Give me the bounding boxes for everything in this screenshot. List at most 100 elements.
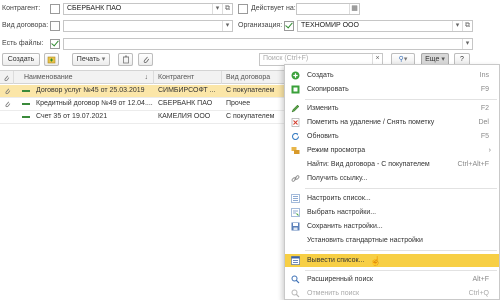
- checkmark-icon: [51, 38, 59, 47]
- calendar-icon[interactable]: ▦: [349, 4, 359, 14]
- dropdown-arrow-icon: ▾: [403, 56, 408, 63]
- contract-type-label: Вид договора:: [2, 22, 49, 29]
- print-label: Печать: [76, 56, 100, 63]
- row-type: Прочее: [226, 100, 251, 107]
- table-row[interactable]: Кредитный договор №49 от 12.04.... СБЕРБ…: [0, 98, 285, 111]
- dropdown-arrow-icon[interactable]: ▾: [452, 21, 462, 31]
- organization-value: ТЕХНОМИР ООО: [301, 22, 359, 29]
- row-name: Договор услуг №45 от 25.03.2019: [36, 87, 145, 94]
- menu-item-select-settings[interactable]: Выбрать настройки...: [285, 206, 499, 219]
- menu-item-shortcut: F9: [480, 86, 489, 93]
- menu-item-shortcut: Alt+F: [472, 276, 489, 283]
- menu-item-export-list[interactable]: Вывести список... ☝: [285, 254, 499, 267]
- menu-item-get-link[interactable]: Получить ссылку...: [285, 172, 499, 185]
- menu-separator: [305, 270, 497, 271]
- table-row[interactable]: Счет 35 от 19.07.2021 КАМЕЛИЯ ООО С поку…: [0, 111, 285, 124]
- menu-item-label: Режим просмотра: [307, 147, 366, 154]
- menu-item-view-mode[interactable]: Режим просмотра ›: [285, 144, 499, 157]
- menu-item-copy[interactable]: Скопировать F9: [285, 83, 499, 96]
- view-mode-icon: [291, 147, 300, 154]
- create-button[interactable]: Создать: [2, 53, 40, 66]
- row-type: С покупателем: [226, 87, 275, 94]
- copy-icon: [291, 85, 300, 94]
- submenu-arrow-icon: ›: [488, 147, 491, 154]
- menu-item-mark-delete[interactable]: Пометить на удаление / Снять пометку Del: [285, 116, 499, 129]
- menu-item-cancel-search[interactable]: Отменить поиск Ctrl+Q: [285, 287, 499, 300]
- menu-item-shortcut: F5: [480, 133, 489, 140]
- menu-item-shortcut: F2: [480, 105, 489, 112]
- checkmark-icon: [285, 20, 293, 29]
- open-icon[interactable]: ⧉: [222, 4, 232, 14]
- menu-item-label: Создать: [307, 72, 334, 79]
- advanced-search-icon: [291, 275, 300, 284]
- refresh-icon: [291, 133, 300, 140]
- counterparty-value: СБЕРБАНК ПАО: [67, 5, 122, 12]
- menu-item-refresh[interactable]: Обновить F5: [285, 130, 499, 143]
- pencil-icon: [291, 104, 300, 113]
- row-counterparty: СБЕРБАНК ПАО: [158, 100, 213, 107]
- row-type: С покупателем: [226, 113, 275, 120]
- menu-item-label: Сохранить настройки...: [307, 223, 383, 230]
- menu-separator: [305, 188, 497, 189]
- menu-item-label: Получить ссылку...: [307, 175, 368, 182]
- valid-until-label: Действует на:: [251, 5, 296, 12]
- menu-item-shortcut: Ins: [479, 72, 489, 79]
- counterparty-input[interactable]: СБЕРБАНК ПАО ▾ ⧉: [63, 3, 233, 15]
- folder-plus-icon: [47, 56, 56, 64]
- has-files-select[interactable]: ▾: [63, 38, 473, 50]
- attach-file-button[interactable]: [138, 53, 153, 66]
- organization-label: Организация:: [238, 22, 283, 29]
- search-placeholder: Поиск (Ctrl+F): [263, 55, 309, 62]
- column-header-counterparty[interactable]: Контрагент: [154, 71, 222, 84]
- open-icon[interactable]: ⧉: [462, 21, 472, 31]
- paperclip-icon: [143, 56, 149, 63]
- trash-icon: [122, 55, 129, 64]
- organization-input[interactable]: ТЕХНОМИР ООО ▾ ⧉: [297, 20, 473, 32]
- menu-item-label: Обновить: [307, 133, 339, 140]
- print-button[interactable]: Печать ▾: [72, 53, 110, 66]
- menu-item-find[interactable]: Найти: Вид договора - С покупателем Ctrl…: [285, 158, 499, 171]
- contract-type-select[interactable]: ▾: [63, 20, 233, 32]
- menu-item-edit[interactable]: Изменить F2: [285, 102, 499, 115]
- menu-item-create[interactable]: Создать Ins: [285, 69, 499, 82]
- counterparty-label: Контрагент:: [2, 5, 41, 12]
- menu-item-label: Скопировать: [307, 86, 349, 93]
- valid-until-input[interactable]: ▦: [296, 3, 360, 15]
- menu-item-default-settings[interactable]: Установить стандартные настройки: [285, 234, 499, 247]
- paperclip-icon: [4, 100, 11, 110]
- item-icon: [22, 103, 30, 105]
- has-files-checkbox[interactable]: [50, 38, 60, 49]
- has-files-label: Есть файлы:: [2, 40, 44, 47]
- menu-item-label: Отменить поиск: [307, 290, 360, 297]
- more-label: Еще: [425, 56, 440, 63]
- row-counterparty: КАМЕЛИЯ ООО: [158, 113, 211, 120]
- menu-item-advanced-search[interactable]: Расширенный поиск Alt+F: [285, 273, 499, 286]
- menu-item-label: Настроить список...: [307, 195, 371, 202]
- menu-item-configure-list[interactable]: Настроить список...: [285, 192, 499, 205]
- delete-button[interactable]: [118, 53, 133, 66]
- export-list-icon: [291, 256, 300, 265]
- menu-item-label: Выбрать настройки...: [307, 209, 377, 216]
- menu-item-save-settings[interactable]: Сохранить настройки...: [285, 220, 499, 233]
- menu-item-shortcut: Ctrl+Q: [468, 290, 489, 297]
- dropdown-arrow-icon[interactable]: ▾: [462, 39, 472, 49]
- mouse-cursor-icon: ☝: [370, 256, 382, 266]
- organization-checkbox[interactable]: [284, 20, 294, 31]
- column-header-name[interactable]: Наименование ↓: [14, 71, 154, 84]
- table-row[interactable]: Договор услуг №45 от 25.03.2019 СИМБИРСО…: [0, 85, 285, 98]
- menu-item-label: Установить стандартные настройки: [307, 237, 423, 244]
- dropdown-arrow-icon[interactable]: ▾: [222, 21, 232, 31]
- dropdown-arrow-icon: ▾: [441, 56, 445, 63]
- valid-until-checkbox[interactable]: [238, 4, 248, 14]
- contract-type-checkbox[interactable]: [50, 21, 60, 31]
- menu-item-label: Пометить на удаление / Снять пометку: [307, 119, 435, 126]
- attachment-column-header[interactable]: [0, 71, 14, 84]
- menu-separator: [305, 250, 497, 251]
- menu-item-label: Расширенный поиск: [307, 276, 373, 283]
- dropdown-arrow-icon[interactable]: ▾: [212, 4, 222, 14]
- row-counterparty: СИМБИРСОФТ ...: [158, 87, 216, 94]
- counterparty-filter-checkbox[interactable]: [50, 4, 60, 14]
- create-group-button[interactable]: [44, 53, 59, 66]
- column-header-contract-type[interactable]: Вид договора: [222, 71, 285, 84]
- column-name-label: Наименование: [24, 74, 73, 81]
